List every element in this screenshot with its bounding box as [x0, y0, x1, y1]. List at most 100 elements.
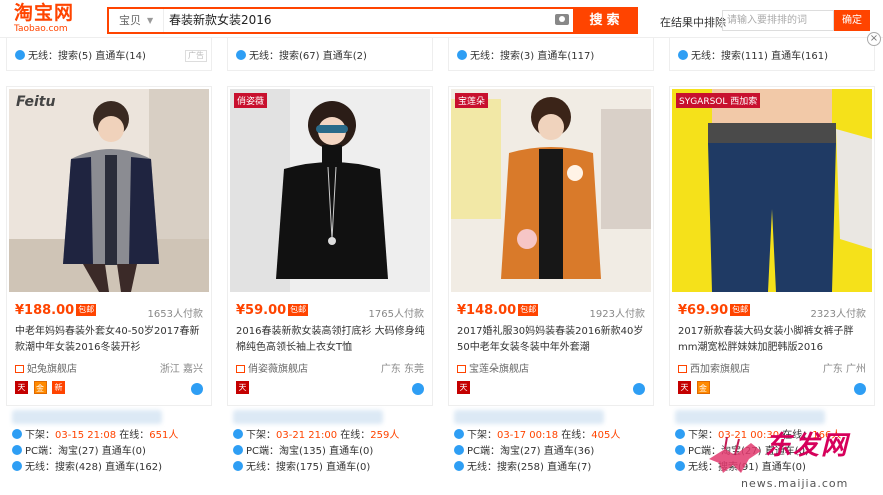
brand-logo: 俏姿薇 [234, 93, 268, 108]
product-title[interactable]: 2017新款春装大码女装小脚裤女裤子胖mm潮宽松胖妹妹加肥韩版2016 [678, 324, 870, 356]
brand-logo: SYGARSOL 西加索 [676, 93, 761, 108]
deer-logo-icon [709, 436, 761, 473]
wireless-icon [675, 461, 685, 471]
blurred-text [233, 410, 383, 424]
new-icon[interactable]: 新 [52, 381, 65, 394]
wireless-stats: 无线：搜索(67) 直通车(2) [236, 47, 367, 62]
gold-seller-icon[interactable]: 金 [696, 381, 710, 394]
product-title[interactable]: 中老年妈妈春装外套女40-50岁2017春新款潮中年女装2016冬装开衫 [15, 324, 207, 356]
pc-icon [233, 445, 243, 455]
shop-link[interactable]: 妃兔旗舰店 [15, 360, 77, 375]
list-item: 无线：搜索(5) 直通车(14) 广告 [6, 38, 212, 71]
watermark-text: 东发网 [765, 431, 850, 461]
product-card[interactable]: SYGARSOL 西加索 ¥69.90 包邮 2323人付款 2017新款春装大码… [669, 86, 875, 406]
sales-count: 2323人付款 [810, 309, 866, 320]
pc-icon [675, 445, 685, 455]
logo-text: 淘宝网 [14, 2, 75, 24]
shop-link[interactable]: 宝莲朵旗舰店 [457, 360, 529, 375]
price: ¥59.00 包邮 [236, 303, 309, 318]
product-image[interactable]: SYGARSOL 西加索 [672, 89, 872, 292]
service-badges: 天 [457, 381, 472, 394]
search-type-label: 宝贝 [119, 14, 141, 27]
service-badges: 天 金 新 [15, 381, 67, 394]
exclude-confirm-button[interactable]: 确定 [834, 10, 870, 31]
wireless-stats: 无线：搜索(5) 直通车(14) [15, 47, 146, 62]
wangwang-chat-icon[interactable] [854, 383, 866, 395]
wireless-stats: 无线：搜索(3) 直通车(117) [457, 47, 594, 62]
product-image[interactable]: Feitu [9, 89, 209, 292]
product-card[interactable]: Feitu ¥188.00 包邮 1653人付款 中老年妈妈春装外套女40-50岁… [6, 86, 212, 406]
gold-seller-icon[interactable]: 金 [33, 381, 47, 394]
blurred-text [675, 410, 825, 424]
shop-link[interactable]: 西加索旗舰店 [678, 360, 750, 375]
top-header: 淘宝网 Taobao.com 宝贝 ▼ 春装新款女装2016 搜索 在结果中排除… [0, 0, 883, 38]
clock-icon [233, 429, 243, 439]
product-title[interactable]: 2017婚礼服30妈妈装春装2016新款40岁50中老年女装冬装中年外套潮 [457, 324, 649, 356]
exclude-input[interactable]: 请输入要排排的词 [722, 10, 834, 31]
wireless-icon [457, 50, 467, 60]
wireless-stats: 无线：搜索(258) 直通车(7) [454, 458, 591, 473]
logo-domain: Taobao.com [14, 24, 68, 34]
wangwang-chat-icon[interactable] [412, 383, 424, 395]
clock-icon [12, 429, 22, 439]
free-shipping-badge: 包邮 [518, 304, 539, 316]
pc-icon [454, 445, 464, 455]
list-item: 无线：搜索(3) 直通车(117) [448, 38, 654, 71]
wangwang-chat-icon[interactable] [191, 383, 203, 395]
blurred-text [454, 410, 604, 424]
location: 浙江 嘉兴 [159, 364, 203, 375]
product-card[interactable]: 宝莲朵 ¥148.00 包邮 1923人付款 2017婚礼服30妈妈装春装2016… [448, 86, 654, 406]
shop-icon [236, 365, 245, 373]
search-input[interactable]: 春装新款女装2016 [169, 9, 549, 32]
price: ¥148.00 包邮 [457, 303, 539, 318]
product-title[interactable]: 2016春装新款女装高领打底衫 大码修身纯棉纯色高领长袖上衣女T恤 [236, 324, 428, 356]
tmall-icon[interactable]: 天 [15, 381, 28, 394]
search-type-select[interactable]: 宝贝 ▼ [109, 9, 164, 32]
location: 广东 广州 [822, 364, 866, 375]
price: ¥188.00 包邮 [15, 303, 97, 318]
taobao-logo[interactable]: 淘宝网 Taobao.com [14, 3, 102, 35]
search-box: 宝贝 ▼ 春装新款女装2016 [107, 7, 575, 34]
free-shipping-badge: 包邮 [288, 304, 309, 316]
clock-icon [675, 429, 685, 439]
wireless-icon [678, 50, 688, 60]
sales-count: 1765人付款 [368, 309, 424, 320]
list-item: 无线：搜索(67) 直通车(2) [227, 38, 433, 71]
wireless-stats: 无线：搜索(111) 直通车(161) [678, 47, 828, 62]
ad-tag: 广告 [185, 50, 207, 62]
shop-link[interactable]: 俏姿薇旗舰店 [236, 360, 308, 375]
pc-stats: PC端：淘宝(27) 直通车(0) [12, 442, 146, 457]
product-stats: 下架：03-17 00:18 在线：405人 PC端：淘宝(27) 直通车(36… [448, 410, 654, 495]
clock-icon [454, 429, 464, 439]
wireless-icon [454, 461, 464, 471]
close-icon[interactable]: × [867, 32, 881, 46]
pc-stats: PC端：淘宝(27) 直通车(36) [454, 442, 594, 457]
exclude-label: 在结果中排除 [660, 16, 726, 29]
brand-logo: 宝莲朵 [455, 93, 489, 108]
camera-icon[interactable] [555, 14, 569, 25]
delist-time: 下架：03-21 21:00 在线：259人 [233, 426, 399, 441]
product-image[interactable]: 宝莲朵 [451, 89, 651, 292]
tmall-icon[interactable]: 天 [678, 381, 691, 394]
free-shipping-badge: 包邮 [730, 304, 751, 316]
watermark: 东发网 news.maijia.com [705, 425, 880, 493]
tmall-icon[interactable]: 天 [236, 381, 249, 394]
search-button[interactable]: 搜索 [575, 7, 638, 34]
blurred-text [12, 410, 162, 424]
product-image[interactable]: 俏姿薇 [230, 89, 430, 292]
sales-count: 1923人付款 [589, 309, 645, 320]
wireless-icon [236, 50, 246, 60]
service-badges: 天 金 [678, 381, 712, 394]
product-card[interactable]: 俏姿薇 ¥59.00 包邮 1765人付款 2016春装新款女装高领打底衫 大码修… [227, 86, 433, 406]
wireless-stats: 无线：搜索(428) 直通车(162) [12, 458, 162, 473]
shop-icon [15, 365, 24, 373]
location: 广东 东莞 [380, 364, 424, 375]
tmall-icon[interactable]: 天 [457, 381, 470, 394]
shop-icon [457, 365, 466, 373]
price: ¥69.90 包邮 [678, 303, 751, 318]
wangwang-chat-icon[interactable] [633, 383, 645, 395]
wireless-stats: 无线：搜索(175) 直通车(0) [233, 458, 370, 473]
shop-icon [678, 365, 687, 373]
pc-icon [12, 445, 22, 455]
previous-row-stats: 无线：搜索(5) 直通车(14) 广告 无线：搜索(67) 直通车(2) 无线：… [0, 38, 883, 71]
